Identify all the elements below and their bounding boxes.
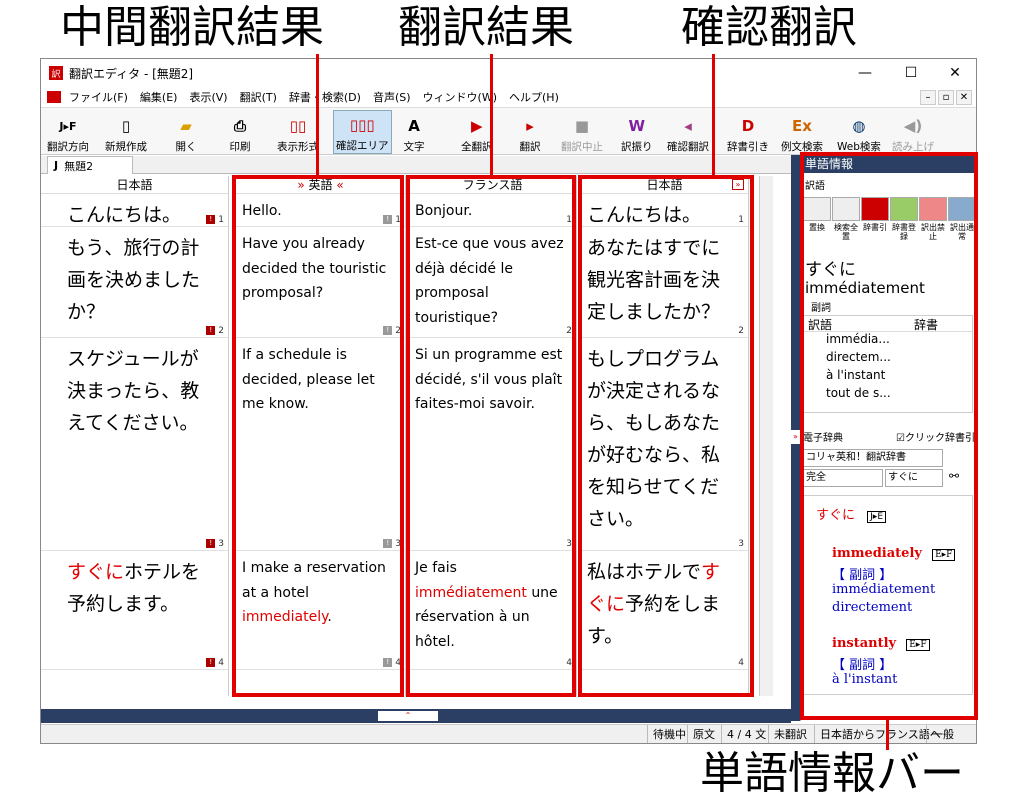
- confirm-columns-icon: ▯▯▯: [349, 116, 375, 134]
- confirm-translation-button[interactable]: ◂ 確認翻訳: [667, 110, 709, 154]
- leader-line: [886, 718, 889, 750]
- annotation-wordbar: 単語情報バー: [700, 748, 964, 799]
- status-field: 一般: [926, 725, 959, 743]
- annotation-intermediate: 中間翻訳結果: [60, 2, 324, 53]
- new-button[interactable]: ▯ 新規作成: [105, 110, 147, 154]
- assign-translation-button[interactable]: W 訳振り: [621, 110, 653, 154]
- flag-icon: !: [206, 215, 216, 224]
- confirm-area-button[interactable]: ▯▯▯ 確認エリア: [333, 110, 392, 154]
- source-segment[interactable]: もう、旅行の計画を決めましたか？! 2: [41, 228, 228, 338]
- split-bar[interactable]: ⌃: [41, 709, 791, 723]
- status-source: 原文: [687, 725, 720, 743]
- intermediate-highlight: [232, 175, 404, 697]
- title-bar: 訳 翻訳エディタ - [無題2] — ☐ ✕: [41, 59, 976, 87]
- confirm-highlight: [578, 175, 754, 697]
- example-search-button[interactable]: Ex 例文検索: [781, 110, 823, 154]
- annotation-confirm: 確認翻訳: [681, 2, 857, 53]
- globe-icon: ◍: [852, 117, 866, 135]
- minimize-button[interactable]: —: [842, 59, 888, 87]
- expand-side-icon[interactable]: »: [791, 430, 800, 444]
- expand-icon[interactable]: ⌃: [378, 711, 438, 721]
- stop-translation-button[interactable]: ■ 翻訳中止: [561, 110, 603, 154]
- menu-file[interactable]: ファイル(F): [63, 89, 134, 105]
- source-segment[interactable]: スケジュールが決まったら、教えてください。! 3: [41, 339, 228, 551]
- leader-line: [712, 54, 715, 177]
- text-button[interactable]: A 文字: [403, 110, 425, 154]
- speaker-icon: ◀): [903, 117, 923, 135]
- menu-help[interactable]: ヘルプ(H): [503, 89, 565, 105]
- direction-icon: J▸F: [59, 119, 77, 133]
- wordbar-highlight: [800, 152, 978, 720]
- toolbar: J▸F 翻訳方向 ▯ 新規作成 ▰ 開く ⎙ 印刷 ▯▯ 表示形式 ▯▯▯ 確認エリア A文…: [41, 107, 976, 155]
- flag-icon: !: [206, 539, 216, 548]
- menu-voice[interactable]: 音声(S): [367, 89, 417, 105]
- assign-icon: W: [628, 117, 646, 135]
- stop-icon: ■: [574, 117, 590, 135]
- translate-all-button[interactable]: ▶ 全翻訳: [461, 110, 493, 154]
- source-segment[interactable]: こんにちは。! 1: [41, 195, 228, 227]
- status-bar: 待機中 原文 4 / 4 文 未翻訳 日本語からフランス語へ 一般: [41, 724, 976, 743]
- doc-restore-button[interactable]: ▫: [938, 90, 954, 105]
- flag-icon: !: [206, 326, 216, 335]
- flag-icon: !: [206, 658, 216, 667]
- example-icon: Ex: [792, 117, 812, 135]
- folder-icon: ▰: [180, 117, 192, 135]
- font-icon: A: [408, 117, 420, 135]
- menu-edit[interactable]: 編集(E): [134, 89, 184, 105]
- window-title: 翻訳エディタ - [無題2]: [69, 66, 194, 81]
- close-button[interactable]: ✕: [932, 59, 976, 87]
- doc-minimize-button[interactable]: –: [920, 90, 936, 105]
- source-pane: 日本語 こんにちは。! 1 もう、旅行の計画を決めましたか？! 2 スケジュールが決…: [41, 176, 229, 696]
- status-untranslated: 未翻訳: [768, 725, 812, 743]
- confirm-translate-icon: ◂: [684, 117, 692, 135]
- translation-direction-button[interactable]: J▸F 翻訳方向: [47, 110, 89, 154]
- open-button[interactable]: ▰ 開く: [175, 110, 197, 154]
- app-icon: 訳: [49, 66, 63, 80]
- doc-icon: [47, 91, 61, 103]
- result-highlight: [406, 175, 576, 697]
- document-tab-bar: J 無題2: [41, 156, 791, 174]
- print-button[interactable]: ⎙ 印刷: [229, 110, 251, 154]
- display-format-button[interactable]: ▯▯ 表示形式: [277, 110, 319, 154]
- menu-view[interactable]: 表示(V): [183, 89, 233, 105]
- status-state: 待機中: [647, 725, 691, 743]
- source-segment[interactable]: すぐにホテルを予約します。! 4: [41, 552, 228, 670]
- translate-button[interactable]: ▸ 翻訳: [519, 110, 541, 154]
- leader-line: [316, 54, 319, 177]
- read-aloud-button[interactable]: ◀) 読み上げ: [892, 110, 934, 154]
- side-divider[interactable]: »: [791, 155, 800, 721]
- menu-bar: ファイル(F) 編集(E) 表示(V) 翻訳(T) 辞書・検索(D) 音声(S)…: [41, 87, 976, 107]
- doc-close-button[interactable]: ✕: [956, 90, 972, 105]
- dictionary-lookup-button[interactable]: D 辞書引き: [727, 110, 769, 154]
- new-document-icon: ▯: [121, 117, 131, 135]
- leader-line: [490, 54, 493, 177]
- menu-translate[interactable]: 翻訳(T): [234, 89, 283, 105]
- source-header: 日本語: [41, 176, 228, 194]
- play-icon: ▶: [470, 117, 483, 135]
- translate-icon: ▸: [526, 117, 534, 135]
- printer-icon: ⎙: [233, 117, 246, 135]
- document-tab[interactable]: J 無題2: [47, 156, 133, 174]
- menu-dictionary[interactable]: 辞書・検索(D): [283, 89, 367, 105]
- dictionary-icon: D: [741, 117, 755, 135]
- web-search-button[interactable]: ◍ Web検索: [837, 110, 881, 154]
- columns-icon: ▯▯: [289, 117, 307, 135]
- maximize-button[interactable]: ☐: [888, 59, 934, 87]
- annotation-result: 翻訳結果: [398, 2, 574, 53]
- vertical-scrollbar[interactable]: [759, 176, 773, 696]
- status-count: 4 / 4 文: [721, 725, 771, 743]
